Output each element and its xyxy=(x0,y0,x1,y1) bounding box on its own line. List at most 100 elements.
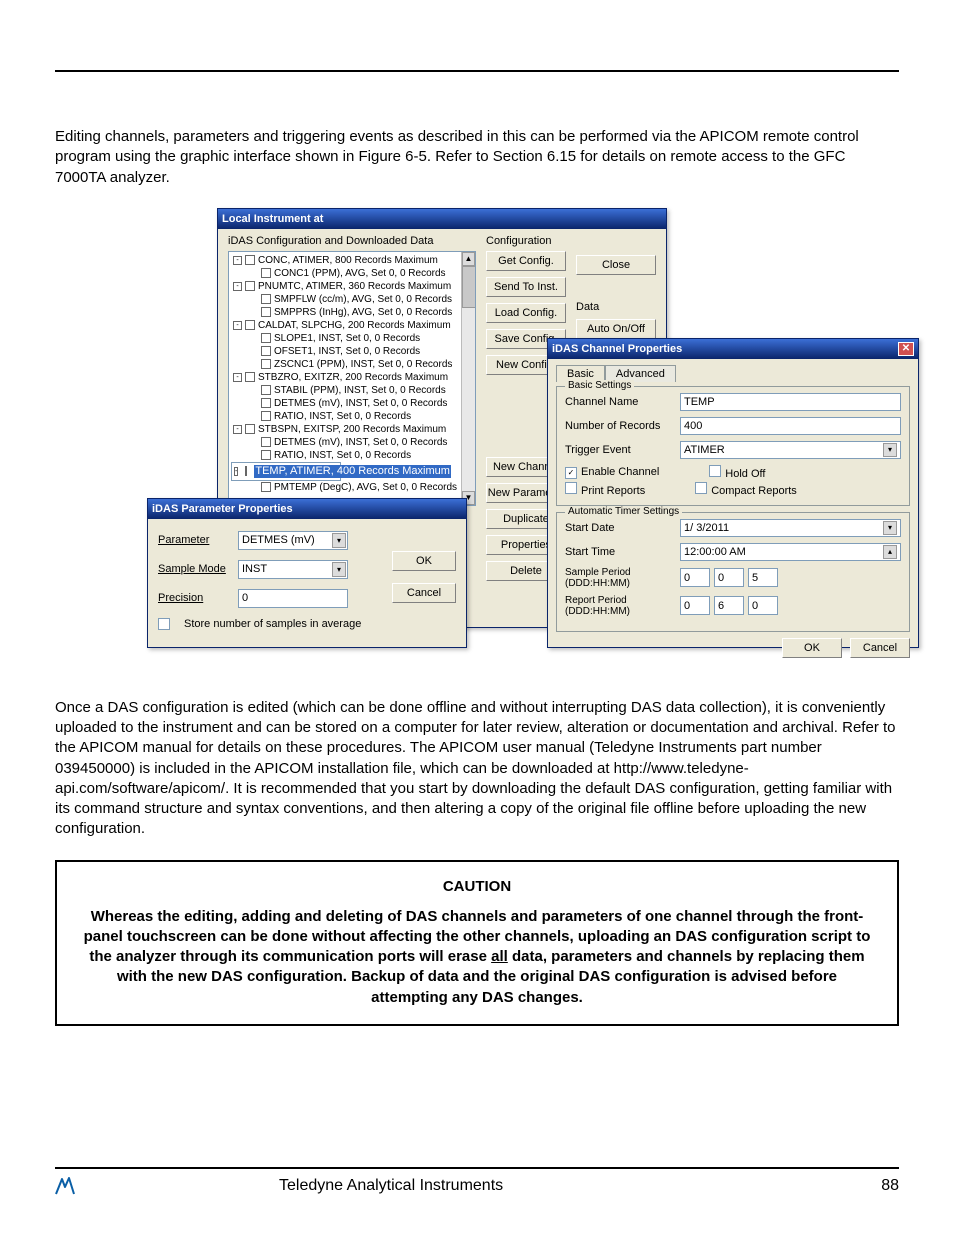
start-time-input[interactable]: 12:00:00 AM ▴ xyxy=(680,543,901,561)
start-time-label: Start Time xyxy=(565,546,680,558)
trigger-event-value: ATIMER xyxy=(684,444,725,456)
sample-mode-select[interactable]: INST ▾ xyxy=(238,560,348,579)
tree-item-text: PMTEMP (DegC), AVG, Set 0, 0 Records xyxy=(274,481,457,494)
num-records-input[interactable]: 400 xyxy=(680,417,901,435)
chan-cancel-button[interactable]: Cancel xyxy=(850,638,910,658)
tree-checkbox[interactable] xyxy=(261,268,271,278)
close-button[interactable]: Close xyxy=(576,255,656,275)
chevron-down-icon: ▾ xyxy=(883,443,897,457)
tree-checkbox[interactable] xyxy=(261,437,271,447)
tree-checkbox[interactable] xyxy=(261,450,271,460)
parameter-select[interactable]: DETMES (mV) ▾ xyxy=(238,531,348,550)
tree-checkbox[interactable] xyxy=(245,320,255,330)
param-ok-button[interactable]: OK xyxy=(392,551,456,571)
start-time-value: 12:00:00 AM xyxy=(684,546,746,558)
tree-expand-icon[interactable]: - xyxy=(233,373,242,382)
sample-mode-label: Sample Mode xyxy=(158,563,228,575)
tree-expand-icon[interactable]: - xyxy=(233,282,242,291)
basic-settings-title: Basic Settings xyxy=(565,380,634,391)
chan-ok-button[interactable]: OK xyxy=(782,638,842,658)
precision-label: Precision xyxy=(158,592,228,604)
scroll-thumb[interactable] xyxy=(462,266,475,491)
footer-company: Teledyne Analytical Instruments xyxy=(0,1177,881,1195)
tree-checkbox[interactable] xyxy=(261,333,271,343)
tree-scrollbar[interactable]: ▲ ▼ xyxy=(461,252,475,505)
tree-checkbox[interactable] xyxy=(261,294,271,304)
tree-item-text: PNUMTC, ATIMER, 360 Records Maximum xyxy=(258,280,451,293)
get-config-button[interactable]: Get Config. xyxy=(486,251,566,271)
tree-item-text: CALDAT, SLPCHG, 200 Records Maximum xyxy=(258,319,451,332)
sample-period-m[interactable]: 5 xyxy=(748,568,778,587)
auto-onoff-button[interactable]: Auto On/Off xyxy=(576,319,656,339)
tree-checkbox[interactable] xyxy=(261,411,271,421)
store-samples-checkbox[interactable] xyxy=(158,618,170,630)
tree-item-text: SMPFLW (cc/m), AVG, Set 0, 0 Records xyxy=(274,293,452,306)
tree-checkbox[interactable] xyxy=(261,482,271,492)
precision-input[interactable]: 0 xyxy=(238,589,348,608)
tree-item[interactable]: RATIO, INST, Set 0, 0 Records xyxy=(231,449,473,462)
channel-name-input[interactable]: TEMP xyxy=(680,393,901,411)
tree-checkbox[interactable] xyxy=(261,359,271,369)
tree-item[interactable]: DETMES (mV), INST, Set 0, 0 Records xyxy=(231,436,473,449)
tree-item[interactable]: DETMES (mV), INST, Set 0, 0 Records xyxy=(231,397,473,410)
channel-name-value: TEMP xyxy=(684,396,715,408)
report-period-h[interactable]: 6 xyxy=(714,596,744,615)
tree-checkbox[interactable] xyxy=(245,372,255,382)
tree-item[interactable]: -TEMP, ATIMER, 400 Records Maximum xyxy=(231,462,341,481)
tree-item[interactable]: -STBZRO, EXITZR, 200 Records Maximum xyxy=(231,371,473,384)
tree-checkbox[interactable] xyxy=(245,424,255,434)
trigger-event-select[interactable]: ATIMER ▾ xyxy=(680,441,901,459)
sample-mode-value: INST xyxy=(242,563,267,575)
tree-item[interactable]: RATIO, INST, Set 0, 0 Records xyxy=(231,410,473,423)
sample-period-inputs: 0 0 5 xyxy=(680,568,778,587)
tree-item-text: OFSET1, INST, Set 0, 0 Records xyxy=(274,345,420,358)
tree-item[interactable]: CONC1 (PPM), AVG, Set 0, 0 Records xyxy=(231,267,473,280)
tree-checkbox[interactable] xyxy=(261,398,271,408)
tree-checkbox[interactable] xyxy=(245,466,247,476)
sample-period-h[interactable]: 0 xyxy=(714,568,744,587)
tree-item[interactable]: SMPPRS (InHg), AVG, Set 0, 0 Records xyxy=(231,306,473,319)
load-config-button[interactable]: Load Config. xyxy=(486,303,566,323)
tree-item[interactable]: SMPFLW (cc/m), AVG, Set 0, 0 Records xyxy=(231,293,473,306)
tree-item[interactable]: - CALDAT, SLPCHG, 200 Records Maximum xyxy=(231,319,473,332)
tree-item[interactable]: STABIL (PPM), INST, Set 0, 0 Records xyxy=(231,384,473,397)
tree-item-text: STBSPN, EXITSP, 200 Records Maximum xyxy=(258,423,446,436)
print-reports-checkbox[interactable] xyxy=(565,482,577,494)
send-to-inst-button[interactable]: Send To Inst. xyxy=(486,277,566,297)
tree-expand-icon[interactable]: - xyxy=(233,321,242,330)
tree-checkbox[interactable] xyxy=(261,307,271,317)
tree-item-text: CONC1 (PPM), AVG, Set 0, 0 Records xyxy=(274,267,446,280)
tree-expand-icon[interactable]: - xyxy=(233,425,242,434)
tree-item[interactable]: ZSCNC1 (PPM), INST, Set 0, 0 Records xyxy=(231,358,473,371)
tree-item[interactable]: - CONC, ATIMER, 800 Records Maximum xyxy=(231,254,473,267)
parameter-label: Parameter xyxy=(158,534,228,546)
param-cancel-button[interactable]: Cancel xyxy=(392,583,456,603)
tree-expand-icon[interactable]: - xyxy=(234,467,238,476)
hold-off-checkbox[interactable] xyxy=(709,465,721,477)
tree-checkbox[interactable] xyxy=(261,385,271,395)
tree-item[interactable]: PMTEMP (DegC), AVG, Set 0, 0 Records xyxy=(231,481,473,494)
start-date-input[interactable]: 1/ 3/2011 ▾ xyxy=(680,519,901,537)
tree-item-text: CONC, ATIMER, 800 Records Maximum xyxy=(258,254,438,267)
das-tree[interactable]: - CONC, ATIMER, 800 Records MaximumCONC1 … xyxy=(228,251,476,506)
ats-title: Automatic Timer Settings xyxy=(565,506,682,517)
tree-item-text: SMPPRS (InHg), AVG, Set 0, 0 Records xyxy=(274,306,452,319)
sample-period-d[interactable]: 0 xyxy=(680,568,710,587)
report-period-m[interactable]: 0 xyxy=(748,596,778,615)
compact-reports-checkbox[interactable] xyxy=(695,482,707,494)
tree-item[interactable]: SLOPE1, INST, Set 0, 0 Records xyxy=(231,332,473,345)
tree-item-text: DETMES (mV), INST, Set 0, 0 Records xyxy=(274,397,447,410)
tree-checkbox[interactable] xyxy=(261,346,271,356)
tree-item[interactable]: - PNUMTC, ATIMER, 360 Records Maximum xyxy=(231,280,473,293)
tree-checkbox[interactable] xyxy=(245,255,255,265)
tree-expand-icon[interactable]: - xyxy=(233,256,242,265)
report-period-d[interactable]: 0 xyxy=(680,596,710,615)
tree-checkbox[interactable] xyxy=(245,281,255,291)
titlebar-parameter-properties: iDAS Parameter Properties xyxy=(148,499,466,519)
scroll-up-button[interactable]: ▲ xyxy=(462,252,475,266)
window-channel-properties: iDAS Channel Properties ✕ Basic Advanced… xyxy=(547,338,919,648)
tree-item[interactable]: - STBSPN, EXITSP, 200 Records Maximum xyxy=(231,423,473,436)
tree-item[interactable]: OFSET1, INST, Set 0, 0 Records xyxy=(231,345,473,358)
close-icon[interactable]: ✕ xyxy=(898,342,914,356)
enable-channel-checkbox[interactable]: ✓ xyxy=(565,467,577,479)
